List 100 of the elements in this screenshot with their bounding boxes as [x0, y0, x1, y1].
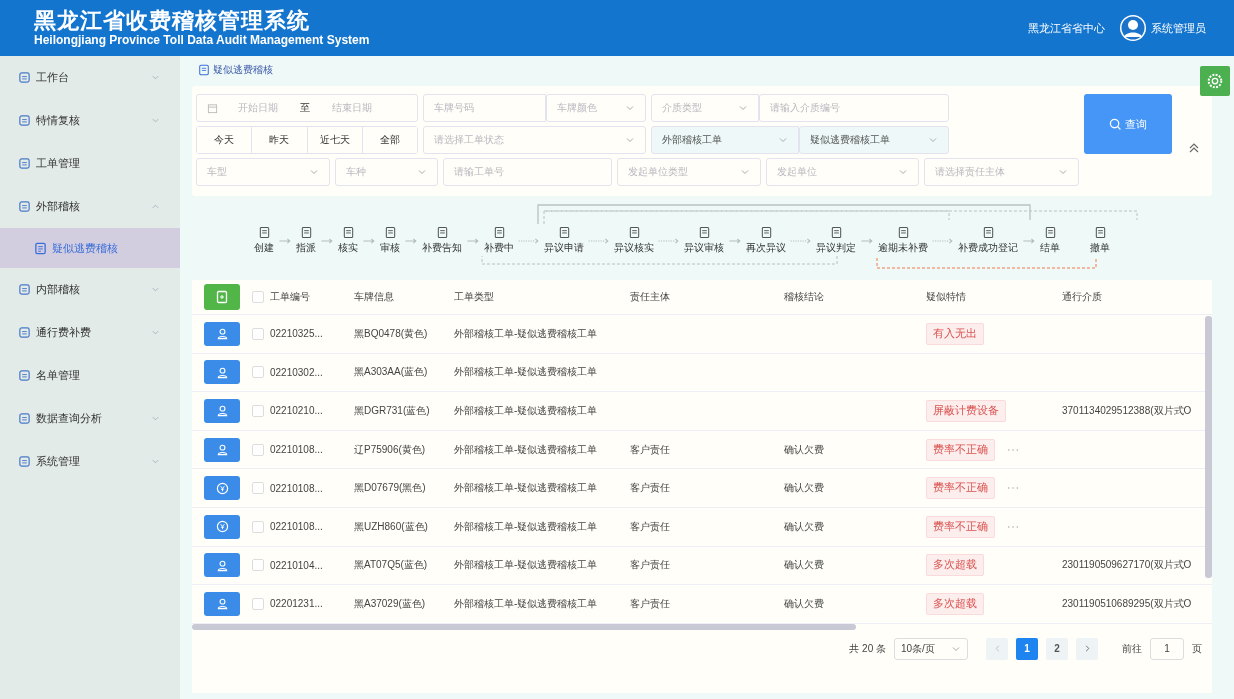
- more-icon[interactable]: [1007, 486, 1019, 491]
- person-icon: [215, 558, 229, 572]
- settings-button[interactable]: [1200, 66, 1230, 96]
- table-cell: 黑A37029(蓝色): [354, 596, 426, 611]
- step-label: 再次异议: [746, 241, 786, 255]
- assign-button[interactable]: [204, 591, 240, 616]
- add-button[interactable]: [204, 284, 240, 310]
- org-name[interactable]: 黑龙江省省中心: [1028, 20, 1105, 36]
- dropdown-icon: [625, 135, 635, 145]
- sidebar-item[interactable]: 工单管理: [0, 142, 180, 185]
- scrollbar[interactable]: [192, 623, 856, 630]
- checkbox[interactable]: [252, 405, 264, 417]
- document-icon: [198, 64, 210, 76]
- total-count: 共 20 条: [849, 641, 886, 656]
- user-name[interactable]: 系统管理员: [1151, 20, 1206, 36]
- sidebar-label: 系统管理: [36, 454, 81, 469]
- dropdown-icon: [309, 167, 319, 177]
- menu-item-icon: [18, 114, 31, 127]
- menu-item-icon: [18, 283, 31, 296]
- checkbox[interactable]: [252, 327, 264, 340]
- sidebar-item[interactable]: 系统管理: [0, 440, 180, 483]
- table-cell: 02210108...: [270, 482, 323, 494]
- step-label: 逾期未补费: [878, 241, 928, 255]
- step-label: 补费中: [484, 241, 514, 255]
- table-cell: 确认欠费: [784, 481, 824, 496]
- select-field[interactable]: 外部稽核工单: [651, 126, 799, 154]
- range-separator: 至: [300, 101, 310, 115]
- menu-item-icon: [18, 369, 31, 382]
- sidebar-item[interactable]: 通行费补费: [0, 311, 180, 354]
- dropdown-icon: [738, 103, 748, 113]
- tag: 费率不正确: [926, 438, 995, 461]
- person-icon: [215, 365, 229, 379]
- assign-button[interactable]: [204, 553, 240, 578]
- dropdown-icon: [740, 167, 750, 177]
- assign-button[interactable]: [204, 437, 240, 462]
- table-cell: 外部稽核工单-疑似逃费稽核工单: [454, 519, 598, 534]
- column-header: 疑似特情: [926, 290, 967, 304]
- payment-button[interactable]: [204, 476, 240, 501]
- step-label: 创建: [254, 241, 274, 255]
- person-icon: [215, 404, 229, 418]
- sidebar-label: 内部稽核: [36, 282, 81, 297]
- sidebar-item[interactable]: 名单管理: [0, 354, 180, 397]
- payment-button[interactable]: [204, 514, 240, 539]
- sidebar-item[interactable]: 工作台: [0, 56, 180, 99]
- column-header: 工单类型: [454, 290, 495, 304]
- tag: 费率不正确: [926, 515, 995, 538]
- step-icon: [257, 226, 271, 239]
- tag: 费率不正确: [926, 477, 995, 500]
- date-shortcut-button[interactable]: 今天: [197, 127, 253, 153]
- table-cell: 客户责任: [630, 481, 670, 496]
- query-label: 查询: [1125, 116, 1147, 132]
- page-button[interactable]: 1: [1016, 637, 1038, 660]
- checkbox[interactable]: [252, 443, 264, 456]
- more-icon[interactable]: [1007, 447, 1019, 452]
- dropdown-icon: [898, 167, 908, 177]
- breadcrumb[interactable]: 疑似逃费稽核: [213, 63, 273, 77]
- table-cell: 黑A303AA(蓝色): [354, 365, 428, 380]
- checkbox[interactable]: [252, 366, 264, 379]
- menu-item-icon: [18, 71, 31, 84]
- table-cell: 02210104...: [270, 559, 323, 571]
- sidebar-label: 名单管理: [36, 368, 81, 383]
- step-label: 审核: [380, 241, 400, 255]
- page-size-select[interactable]: 10条/页: [894, 637, 968, 660]
- dropdown-icon: [928, 135, 938, 145]
- step-icon: [1043, 226, 1057, 239]
- person-icon: [215, 597, 229, 611]
- step-label: 补费告知: [422, 241, 462, 255]
- page-button[interactable]: 2: [1046, 637, 1068, 660]
- table-cell: 2301190509627170(双片式O: [1062, 558, 1192, 573]
- tag: 多次超载: [926, 592, 984, 615]
- assign-button[interactable]: [204, 399, 240, 423]
- checkbox[interactable]: [252, 520, 264, 533]
- sidebar-item[interactable]: 外部稽核: [0, 185, 180, 228]
- step-label: 结单: [1040, 241, 1060, 255]
- sidebar-item[interactable]: 内部稽核: [0, 268, 180, 311]
- sidebar-item[interactable]: 数据查询分析: [0, 397, 180, 440]
- table-cell: 确认欠费: [784, 558, 824, 573]
- checkbox[interactable]: [252, 559, 264, 572]
- checkbox[interactable]: [252, 597, 264, 610]
- sidebar-label: 数据查询分析: [36, 411, 103, 426]
- avatar-icon[interactable]: [1119, 14, 1147, 42]
- step-icon: [829, 226, 843, 239]
- step-icon: [759, 226, 773, 239]
- checkbox[interactable]: [252, 291, 264, 303]
- page-input[interactable]: 1: [1150, 637, 1184, 660]
- dropdown-icon: [625, 103, 635, 113]
- sidebar-item[interactable]: 特情复核: [0, 99, 180, 142]
- assign-button[interactable]: [204, 360, 240, 385]
- step-label: 补费成功登记: [958, 241, 1018, 255]
- checkbox[interactable]: [252, 482, 264, 495]
- table-cell: 外部稽核工单-疑似逃费稽核工单: [454, 481, 598, 496]
- previous-page-button[interactable]: [986, 637, 1008, 660]
- next-page-button[interactable]: [1076, 637, 1098, 660]
- scrollbar[interactable]: [1205, 316, 1212, 578]
- collapse-icon[interactable]: [1188, 142, 1200, 154]
- select-field[interactable]: 疑似逃费稽核工单: [799, 126, 949, 154]
- more-icon[interactable]: [1007, 524, 1019, 529]
- step-label: 异议申请: [544, 241, 584, 255]
- assign-button[interactable]: [204, 321, 240, 346]
- table-cell: 3701134029512388(双片式O: [1062, 404, 1192, 418]
